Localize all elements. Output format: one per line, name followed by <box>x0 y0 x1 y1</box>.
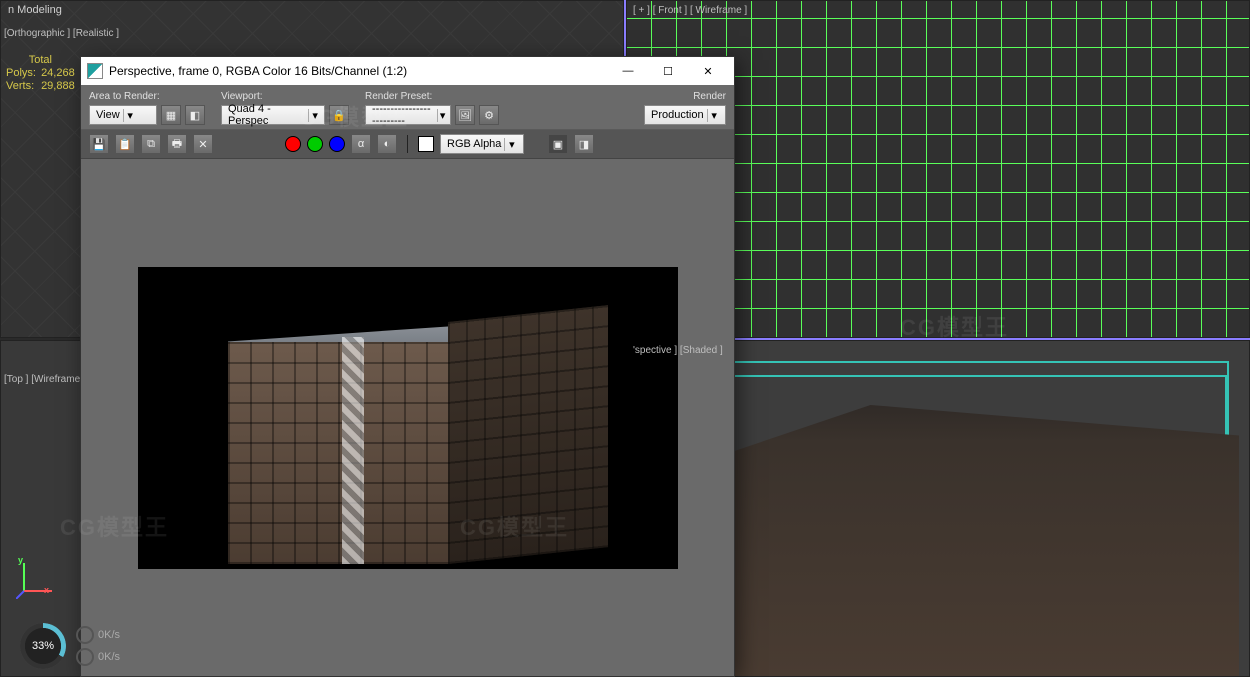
auto-region-button[interactable]: ◧ <box>185 105 205 125</box>
render-titlebar[interactable]: Perspective, frame 0, RGBA Color 16 Bits… <box>81 57 734 85</box>
area-to-render-label: Area to Render: <box>89 91 205 102</box>
building-render <box>228 297 608 564</box>
render-toolbar-top: Area to Render: View▾ ▦ ◧ Viewport: Quad… <box>81 85 734 130</box>
channel-blue-button[interactable] <box>329 136 345 152</box>
perf-gauge[interactable]: 33% <box>20 623 66 669</box>
viewport-dropdown[interactable]: Quad 4 - Perspec▾ <box>221 105 325 125</box>
render-canvas-area[interactable] <box>81 159 734 676</box>
performance-widget: 33% 0K/s 0K/s <box>20 623 120 669</box>
upload-gauge-icon <box>76 626 94 644</box>
top-viewport-label: [Top ] [Wireframe <box>4 374 80 385</box>
ribbon-fragment: n Modeling <box>0 0 70 20</box>
stats-header: Total <box>6 54 75 67</box>
save-image-button[interactable]: 💾 <box>89 134 109 154</box>
render-toolbar-bottom: 💾 📋 ⧉ 🖶 ✕ α ◐ RGB Alpha▾ ▣ ◨ <box>81 130 734 159</box>
chevron-down-icon: ▾ <box>123 109 137 122</box>
render-frame-window[interactable]: Perspective, frame 0, RGBA Color 16 Bits… <box>80 56 735 677</box>
lock-viewport-button[interactable]: 🔒 <box>329 105 349 125</box>
chevron-down-icon: ▾ <box>504 138 518 151</box>
color-swatch-white[interactable] <box>418 136 434 152</box>
channel-red-button[interactable] <box>285 136 301 152</box>
app-icon <box>87 63 103 79</box>
channel-green-button[interactable] <box>307 136 323 152</box>
environment-button[interactable]: 🖼 <box>455 105 475 125</box>
orthographic-label: [Orthographic ] [Realistic ] <box>4 28 119 39</box>
production-dropdown[interactable]: Production▾ <box>644 105 726 125</box>
mono-channel-button[interactable]: ◐ <box>377 134 397 154</box>
print-button[interactable]: 🖶 <box>167 134 187 154</box>
toggle-overlay-button[interactable]: ▣ <box>548 134 568 154</box>
toggle-ui-button[interactable]: ◨ <box>574 134 594 154</box>
maximize-button[interactable]: ☐ <box>648 57 688 85</box>
minimize-button[interactable]: ― <box>608 57 648 85</box>
scene-statistics: Total Polys: 24,268 Verts: 29,888 <box>6 54 75 93</box>
download-rate: 0K/s <box>98 651 120 663</box>
render-setup-button[interactable]: ⚙ <box>479 105 499 125</box>
close-button[interactable]: ✕ <box>688 57 728 85</box>
chevron-down-icon: ▾ <box>308 109 321 122</box>
render-button-label: Render <box>644 91 726 102</box>
render-preset-dropdown[interactable]: -------------------------▾ <box>365 105 451 125</box>
axis-x-label: x <box>44 585 49 595</box>
area-to-render-dropdown[interactable]: View▾ <box>89 105 157 125</box>
render-window-title: Perspective, frame 0, RGBA Color 16 Bits… <box>109 64 608 78</box>
viewport-select-label: Viewport: <box>221 91 349 102</box>
viewport-front-label: [ + ] [ Front ] [ Wireframe ] <box>633 5 747 16</box>
copy-image-button[interactable]: 📋 <box>115 134 135 154</box>
polys-value: 24,268 <box>41 67 75 79</box>
chevron-down-icon: ▾ <box>707 109 721 122</box>
chevron-down-icon: ▾ <box>437 109 447 122</box>
axis-gizmo[interactable]: y x <box>16 559 56 599</box>
channel-dropdown[interactable]: RGB Alpha▾ <box>440 134 524 154</box>
viewport-perspective-label: 'spective ] [Shaded ] <box>633 345 723 356</box>
clear-button[interactable]: ✕ <box>193 134 213 154</box>
perf-percent: 33% <box>32 640 54 652</box>
upload-rate: 0K/s <box>98 629 120 641</box>
edit-region-button[interactable]: ▦ <box>161 105 181 125</box>
toolbar-divider <box>407 135 408 153</box>
verts-label: Verts: <box>6 80 38 93</box>
download-gauge-icon <box>76 648 94 666</box>
alpha-channel-button[interactable]: α <box>351 134 371 154</box>
polys-label: Polys: <box>6 67 38 80</box>
clone-button[interactable]: ⧉ <box>141 134 161 154</box>
verts-value: 29,888 <box>41 80 75 92</box>
rendered-image <box>138 267 678 569</box>
render-preset-label: Render Preset: <box>365 91 499 102</box>
axis-y-label: y <box>18 555 23 565</box>
